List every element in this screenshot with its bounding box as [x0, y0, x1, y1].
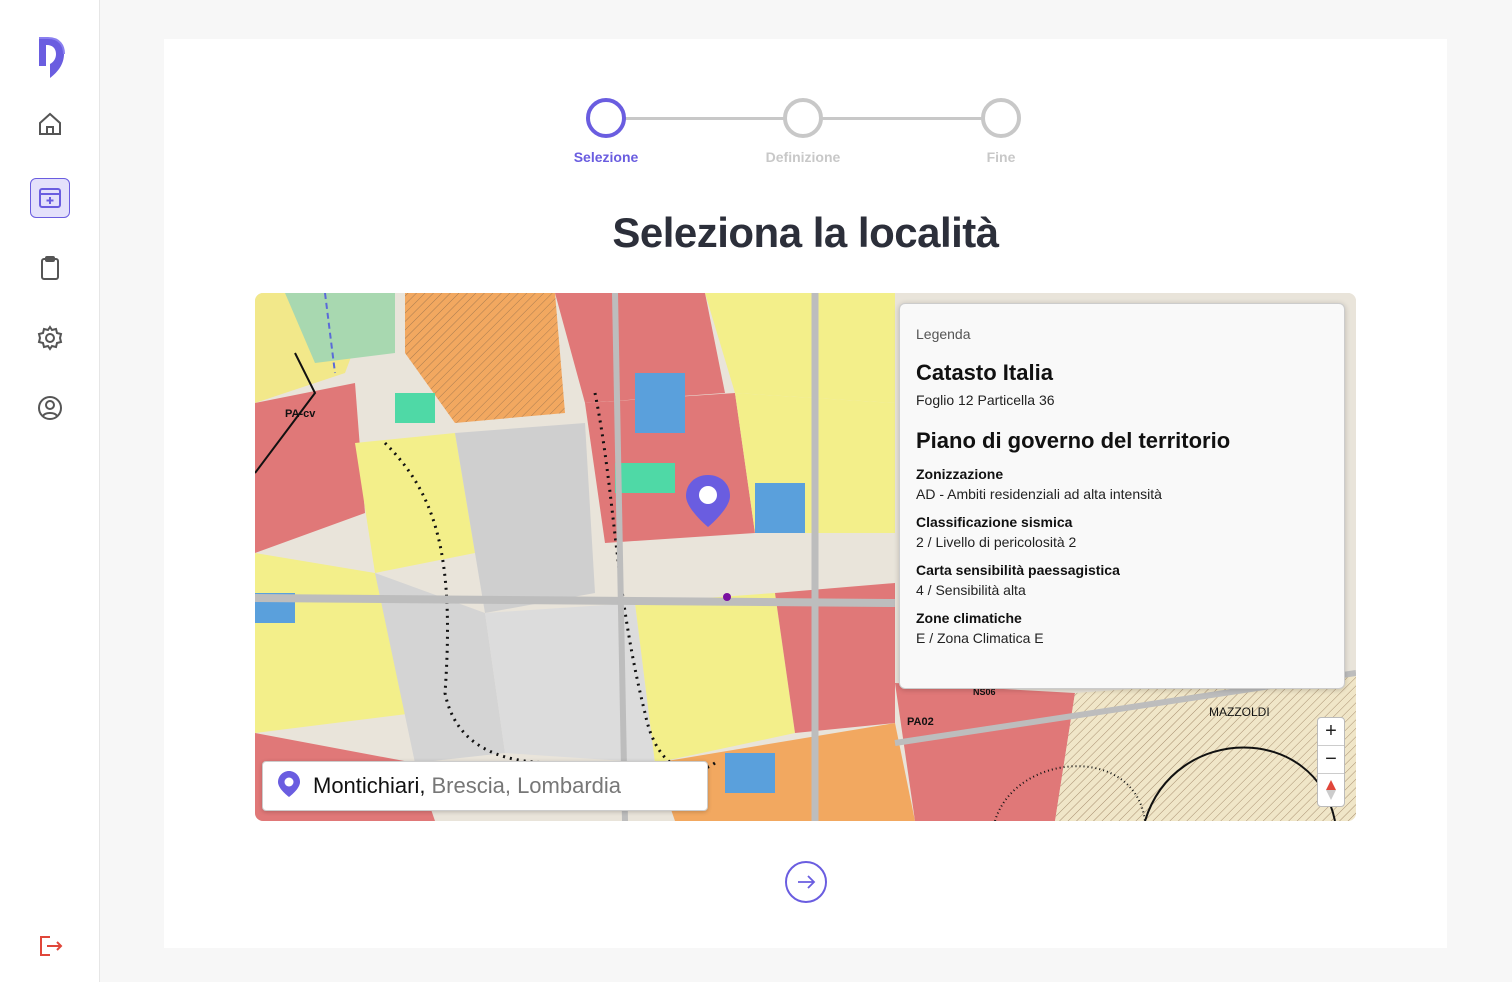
- zoom-in-button[interactable]: +: [1318, 718, 1344, 746]
- legend-item-value: 4 / Sensibilità alta: [916, 582, 1026, 598]
- step-fine-circle[interactable]: [981, 98, 1021, 138]
- legend-item-value: 2 / Livello di pericolosità 2: [916, 534, 1077, 550]
- step-label: Fine: [986, 149, 1016, 165]
- pgt-title: Piano di governo del territorio: [916, 428, 1231, 453]
- page-title: Seleziona la località: [612, 209, 999, 256]
- sidebar: [0, 0, 100, 982]
- location-pin-icon: [277, 770, 301, 803]
- step-connector: [624, 117, 784, 120]
- new-project-icon[interactable]: [30, 178, 70, 218]
- map-label: MAZZOLDI: [1209, 705, 1270, 719]
- step-selezione-circle[interactable]: [586, 98, 626, 138]
- logout-icon[interactable]: [30, 926, 70, 966]
- map-label: PA-cv: [285, 408, 316, 420]
- step-label: Selezione: [573, 149, 639, 165]
- stepper: Selezione Definizione Fine: [164, 39, 1447, 179]
- cadastre-value: Foglio 12 Particella 36: [916, 392, 1055, 408]
- legend-panel: Legenda Catasto Italia Foglio 12 Partice…: [899, 303, 1345, 689]
- step-connector: [822, 117, 982, 120]
- location-region: Brescia, Lombardia: [431, 773, 622, 798]
- arrow-right-icon: [798, 875, 816, 889]
- legend-item-title: Zonizzazione: [916, 466, 1004, 482]
- zoom-out-button[interactable]: −: [1318, 746, 1344, 774]
- map-pin-icon[interactable]: [684, 473, 732, 534]
- location-city: Montichiari,: [313, 773, 426, 798]
- logo-icon[interactable]: [36, 36, 66, 80]
- legend-item-value: E / Zona Climatica E: [916, 630, 1044, 646]
- legend-item-title: Carta sensibilità paessagistica: [916, 562, 1120, 578]
- location-search[interactable]: Montichiari, Brescia, Lombardia: [262, 761, 708, 811]
- home-icon[interactable]: [30, 104, 70, 144]
- legend-item-title: Zone climatiche: [916, 610, 1022, 626]
- step-definizione-circle[interactable]: [783, 98, 823, 138]
- legend-item-value: AD - Ambiti residenziali ad alta intensi…: [916, 486, 1162, 502]
- next-button[interactable]: [785, 861, 827, 903]
- user-circle-icon[interactable]: [30, 388, 70, 428]
- map[interactable]: PA-cv PA02 NS06 MAZZOLDI Legenda Catasto…: [255, 293, 1356, 821]
- legend-header: Legenda: [916, 326, 971, 342]
- gear-icon[interactable]: [30, 318, 70, 358]
- cadastre-title: Catasto Italia: [916, 360, 1053, 385]
- compass-icon[interactable]: [1318, 774, 1344, 806]
- legend-item-title: Classificazione sismica: [916, 514, 1073, 530]
- map-label: PA02: [907, 716, 934, 728]
- clipboard-icon[interactable]: [30, 248, 70, 288]
- main-panel: Selezione Definizione Fine Seleziona la …: [164, 39, 1447, 948]
- zoom-controls: + −: [1317, 717, 1345, 807]
- step-label: Definizione: [765, 149, 841, 165]
